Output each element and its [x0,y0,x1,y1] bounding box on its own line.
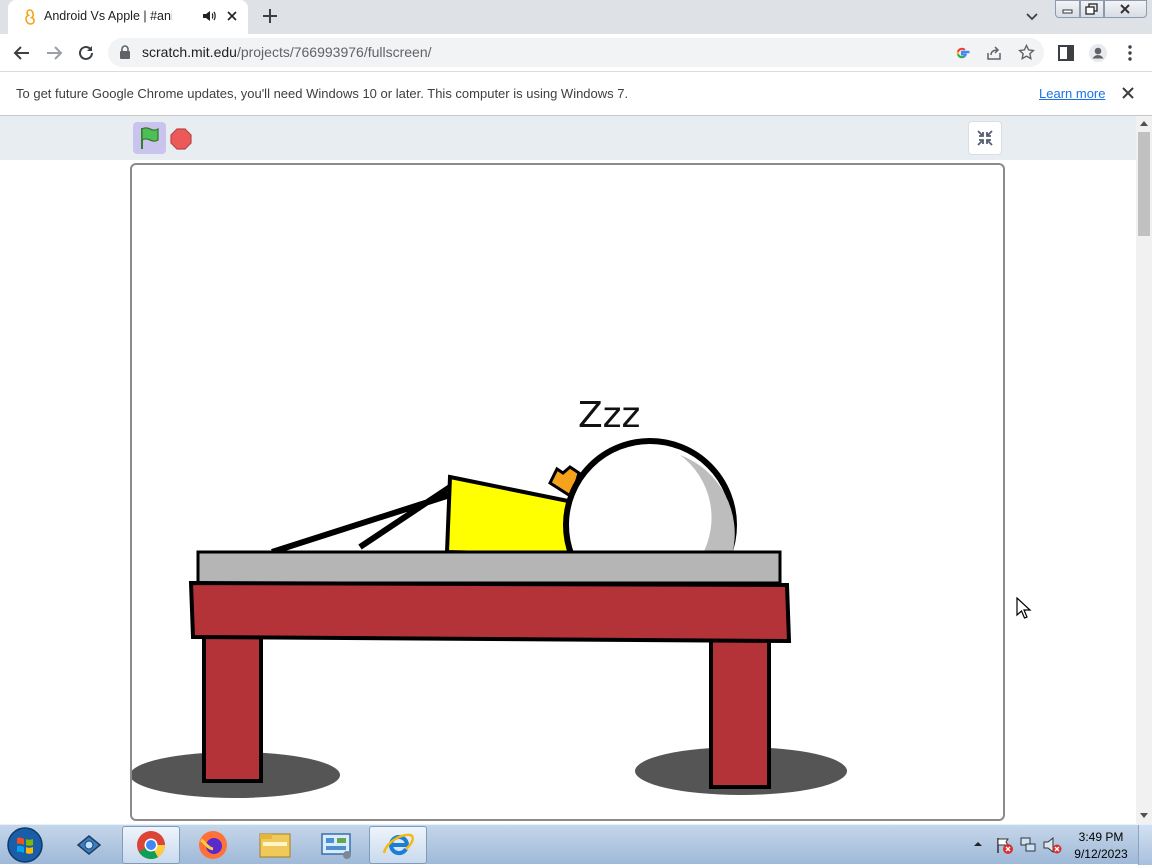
tabletop [196,550,782,585]
show-hidden-icons-arrow-icon[interactable] [973,839,983,849]
url-text: scratch.mit.edu/projects/766993976/fulls… [142,44,432,60]
minimize-icon [1062,9,1073,14]
exit-fullscreen-icon [977,130,993,146]
share-icon[interactable] [986,45,1002,61]
profile-avatar-icon[interactable] [1088,43,1108,63]
side-panel-icon[interactable] [1056,43,1076,63]
scrollbar-thumb[interactable] [1138,132,1150,236]
tab-title: Android Vs Apple | #animati [44,9,172,23]
scratch-favicon-icon [25,9,35,25]
stage-controls-bar [0,116,1136,160]
clock-date[interactable]: 9/12/2023 [1068,847,1134,861]
learn-more-link[interactable]: Learn more [1039,86,1105,101]
network-icon[interactable] [1018,835,1038,855]
url-path: /projects/766993976/fullscreen/ [236,44,432,60]
window-controls [1055,0,1147,18]
exit-fullscreen-button[interactable] [968,121,1002,155]
project-stage[interactable]: Zzz [130,163,1005,821]
green-flag-button[interactable] [133,122,166,154]
stop-sign-icon[interactable] [170,128,192,150]
green-flag-icon [141,127,159,149]
page-scrollbar[interactable] [1136,116,1152,824]
infobar-close-icon[interactable] [1120,85,1136,101]
character-legs [271,484,452,555]
stage-scene [132,438,847,798]
address-bar[interactable]: scratch.mit.edu/projects/766993976/fulls… [108,38,1044,67]
tab-close-icon[interactable] [224,8,240,24]
firefox-taskbar-icon[interactable] [184,826,242,864]
restore-icon [1085,3,1098,15]
table-apron [188,580,792,644]
clock-time[interactable]: 3:49 PM [1068,830,1134,844]
scroll-down-arrow-icon[interactable] [1139,812,1149,820]
mouse-pointer-icon [1016,597,1032,619]
start-button-windows-icon[interactable] [4,826,46,864]
internet-explorer-taskbar-button[interactable] [369,826,427,864]
forward-arrow-icon[interactable] [44,43,64,63]
table-leg-right [709,635,771,789]
close-window-button[interactable] [1104,0,1147,18]
action-center-flag-icon[interactable] [994,835,1014,855]
file-explorer-taskbar-icon[interactable] [246,826,304,864]
control-panel-taskbar-icon[interactable] [308,826,366,864]
lock-icon [120,45,130,59]
url-host: scratch.mit.edu [142,44,237,60]
table-leg-left [202,633,263,783]
sleep-caption: Zzz [578,395,641,436]
more-menu-icon[interactable] [1120,43,1140,63]
close-icon [1120,4,1130,14]
back-arrow-icon[interactable] [12,43,32,63]
scroll-up-arrow-icon[interactable] [1139,119,1149,127]
browser-tab[interactable]: Android Vs Apple | #animati [8,0,248,34]
google-icon[interactable] [954,45,970,61]
infobar-message: To get future Google Chrome updates, you… [16,86,629,101]
bookmark-star-icon[interactable] [1018,44,1035,61]
audio-playing-icon[interactable] [202,9,216,23]
restore-button[interactable] [1080,0,1104,18]
update-infobar: To get future Google Chrome updates, you… [0,71,1152,116]
scratch-fullscreen-page: Zzz [0,116,1136,824]
new-tab-icon[interactable] [260,6,280,26]
minimize-button[interactable] [1055,0,1080,18]
browser-toolbar: scratch.mit.edu/projects/766993976/fulls… [0,34,1152,71]
chrome-icon [137,831,165,859]
windows-taskbar: 3:49 PM 9/12/2023 [0,824,1152,865]
tab-search-chevron-icon[interactable] [1024,8,1040,24]
tab-strip: Android Vs Apple | #animati [0,0,1152,34]
reload-icon[interactable] [76,43,96,63]
internet-explorer-icon [382,833,415,856]
show-desktop-button[interactable] [1138,825,1152,865]
chrome-taskbar-button[interactable] [122,826,180,864]
volume-muted-icon[interactable] [1042,835,1062,855]
game-app-taskbar-icon[interactable] [60,826,118,864]
